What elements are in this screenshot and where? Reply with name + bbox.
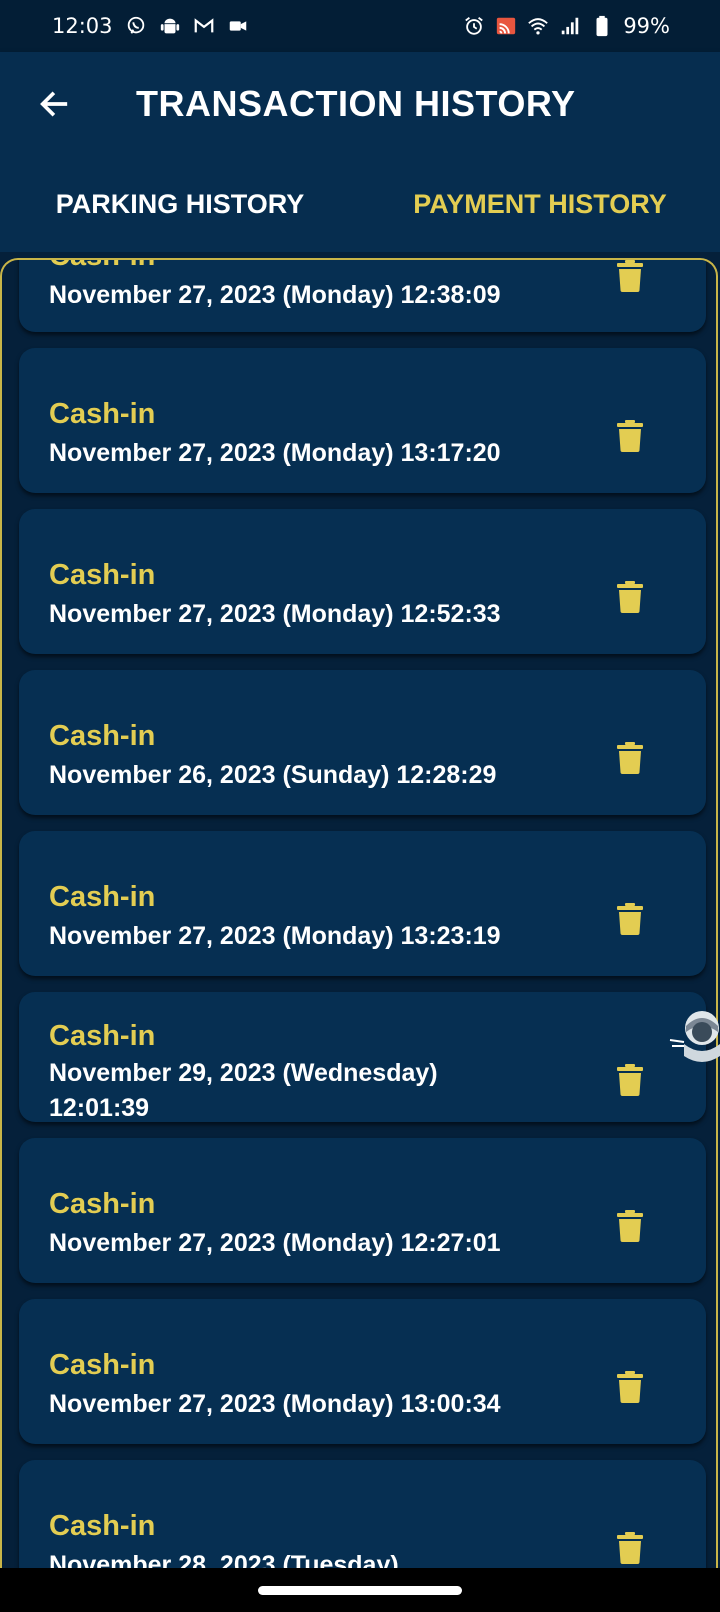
- back-button[interactable]: [28, 78, 80, 130]
- transaction-type: Cash-in: [49, 559, 156, 591]
- transaction-type: Cash-in: [49, 1349, 156, 1381]
- transaction-date: November 27, 2023 (Monday) 13:17:20: [49, 439, 501, 467]
- transaction-type: Cash-in: [49, 260, 155, 273]
- transaction-date: November 26, 2023 (Sunday) 12:28:29: [49, 761, 497, 789]
- signal-icon: [559, 15, 581, 37]
- transaction-type: Cash-in: [49, 398, 156, 430]
- transaction-card[interactable]: Cash-in November 27, 2023 (Monday) 13:00…: [19, 1299, 706, 1444]
- transaction-date: November 28, 2023 (Tuesday): [49, 1551, 399, 1570]
- tab-payment-history[interactable]: PAYMENT HISTORY: [360, 156, 720, 252]
- transaction-date: November 29, 2023 (Wednesday) 12:01:39: [49, 1059, 438, 1122]
- system-nav-bar: [0, 1568, 720, 1612]
- transaction-type: Cash-in: [49, 1510, 156, 1542]
- delete-trash-icon[interactable]: [617, 1371, 643, 1403]
- transaction-card[interactable]: Cash-in November 27, 2023 (Monday) 13:23…: [19, 831, 706, 976]
- transaction-card[interactable]: Cash-in November 29, 2023 (Wednesday) 12…: [19, 992, 706, 1122]
- floating-avatar-bubble[interactable]: [668, 1006, 720, 1078]
- home-gesture-handle[interactable]: [258, 1586, 462, 1595]
- back-arrow-icon: [40, 91, 68, 117]
- delete-trash-icon[interactable]: [617, 1532, 643, 1564]
- battery-icon: [591, 15, 613, 37]
- transaction-type: Cash-in: [49, 1188, 156, 1220]
- delete-trash-icon[interactable]: [617, 1064, 643, 1096]
- delete-trash-icon[interactable]: [617, 260, 643, 292]
- transaction-date: November 27, 2023 (Monday) 13:00:34: [49, 1390, 501, 1418]
- history-tabs: PARKING HISTORY PAYMENT HISTORY: [0, 156, 720, 252]
- transaction-card[interactable]: Cash-in November 27, 2023 (Monday) 12:38…: [19, 260, 706, 332]
- transaction-date: November 27, 2023 (Monday) 12:27:01: [49, 1229, 501, 1257]
- transaction-type: Cash-in: [49, 1020, 156, 1052]
- page-title: TRANSACTION HISTORY: [136, 83, 576, 124]
- alarm-icon: [463, 15, 485, 37]
- transaction-card[interactable]: Cash-in November 27, 2023 (Monday) 12:27…: [19, 1138, 706, 1283]
- cast-icon: [495, 15, 517, 37]
- transaction-date: November 27, 2023 (Monday) 12:52:33: [49, 600, 501, 628]
- tab-parking-history[interactable]: PARKING HISTORY: [0, 156, 360, 252]
- wifi-icon: [527, 15, 549, 37]
- transaction-card[interactable]: Cash-in November 27, 2023 (Monday) 12:52…: [19, 509, 706, 654]
- delete-trash-icon[interactable]: [617, 903, 643, 935]
- transaction-card[interactable]: Cash-in November 27, 2023 (Monday) 13:17…: [19, 348, 706, 493]
- status-bar: 12:03 99%: [0, 0, 720, 52]
- viber-icon: [125, 15, 147, 37]
- android-icon: [159, 15, 181, 37]
- status-time: 12:03: [52, 14, 113, 38]
- transaction-type: Cash-in: [49, 720, 156, 752]
- battery-level: 99%: [623, 14, 670, 38]
- transaction-date: November 27, 2023 (Monday) 13:23:19: [49, 922, 501, 950]
- character-avatar-icon: [669, 1011, 720, 1062]
- app-bar: TRANSACTION HISTORY: [0, 52, 720, 156]
- transaction-type: Cash-in: [49, 881, 156, 913]
- transaction-list[interactable]: Cash-in November 27, 2023 (Monday) 12:38…: [0, 258, 718, 1570]
- delete-trash-icon[interactable]: [617, 742, 643, 774]
- delete-trash-icon[interactable]: [617, 1210, 643, 1242]
- transaction-date: November 27, 2023 (Monday) 12:38:09: [49, 281, 501, 309]
- transaction-card[interactable]: Cash-in November 28, 2023 (Tuesday): [19, 1460, 706, 1570]
- gmail-icon: [193, 15, 215, 37]
- delete-trash-icon[interactable]: [617, 420, 643, 452]
- transaction-card[interactable]: Cash-in November 26, 2023 (Sunday) 12:28…: [19, 670, 706, 815]
- delete-trash-icon[interactable]: [617, 581, 643, 613]
- video-icon: [227, 15, 249, 37]
